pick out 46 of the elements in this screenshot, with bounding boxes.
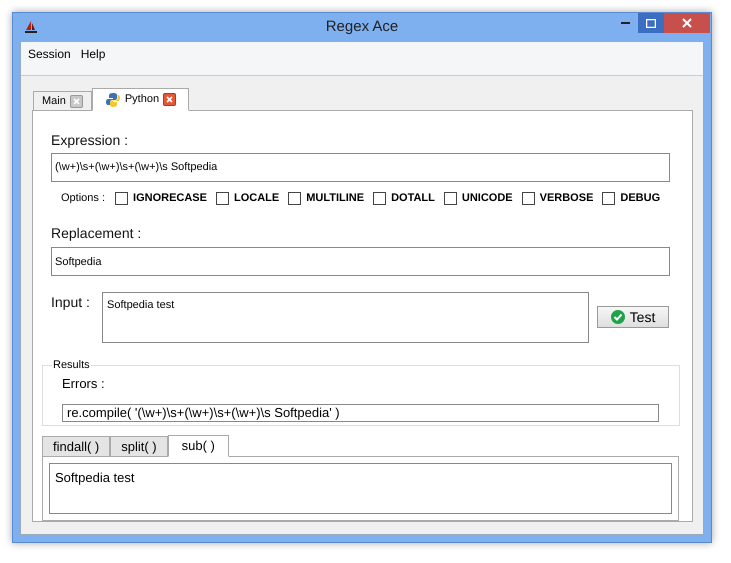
option-label: IGNORECASE — [133, 190, 207, 206]
options-label: Options : — [61, 190, 106, 206]
document-tab[interactable]: Main — [33, 91, 92, 110]
tab-label: Python — [124, 92, 160, 108]
tab-label: Main — [42, 94, 66, 109]
field-label: Input : — [51, 293, 91, 312]
checkbox[interactable] — [373, 192, 386, 205]
option-label: UNICODE — [462, 190, 513, 206]
tab-close-button[interactable] — [163, 93, 176, 106]
option-label: LOCALE — [234, 190, 280, 206]
expression-field[interactable]: (\w+)\s+(\w+)\s+(\w+)\s Softpedia — [51, 153, 670, 182]
checkbox[interactable] — [444, 192, 457, 205]
test-button[interactable]: Test — [597, 306, 669, 328]
check-circle-icon — [610, 310, 625, 324]
checkbox[interactable] — [522, 192, 535, 205]
tab-close-button[interactable] — [70, 94, 83, 108]
document-tab[interactable]: Python — [92, 88, 190, 111]
checkbox[interactable] — [115, 192, 128, 205]
checkbox[interactable] — [602, 192, 616, 205]
result-tab[interactable]: sub( ) — [168, 435, 229, 458]
window-title: Regex Ace — [326, 16, 398, 37]
maximize-button[interactable] — [638, 13, 664, 33]
input-field[interactable]: Softpedia test — [102, 292, 589, 344]
errors-label: Errors : — [62, 375, 106, 394]
option-label: VERBOSE — [540, 190, 594, 206]
sailboat-icon — [24, 20, 38, 34]
field-label: Replacement : — [51, 224, 142, 244]
field-label: Expression : — [51, 131, 130, 150]
close-icon — [72, 98, 80, 104]
result-tab[interactable]: split( ) — [110, 436, 168, 456]
option-label: DEBUG — [620, 190, 660, 206]
result-tab[interactable]: findall( ) — [42, 436, 110, 456]
compile-field[interactable]: re.compile( '(\w+)\s+(\w+)\s+(\w+)\s Softpedia' ) — [62, 404, 659, 422]
close-icon — [166, 96, 174, 103]
option-label: MULTILINE — [306, 190, 364, 206]
menu-item[interactable]: Help — [76, 44, 110, 62]
close-icon — [682, 18, 692, 28]
option-label: DOTALL — [391, 190, 435, 206]
maximize-icon — [646, 18, 656, 28]
output-field: Softpedia test — [49, 463, 672, 514]
minimize-icon — [620, 22, 630, 24]
close-button[interactable] — [664, 13, 710, 33]
checkbox[interactable] — [288, 192, 302, 205]
menu-item[interactable]: Session — [24, 44, 75, 62]
replacement-field[interactable]: Softpedia — [51, 247, 670, 276]
checkbox[interactable] — [216, 192, 229, 205]
